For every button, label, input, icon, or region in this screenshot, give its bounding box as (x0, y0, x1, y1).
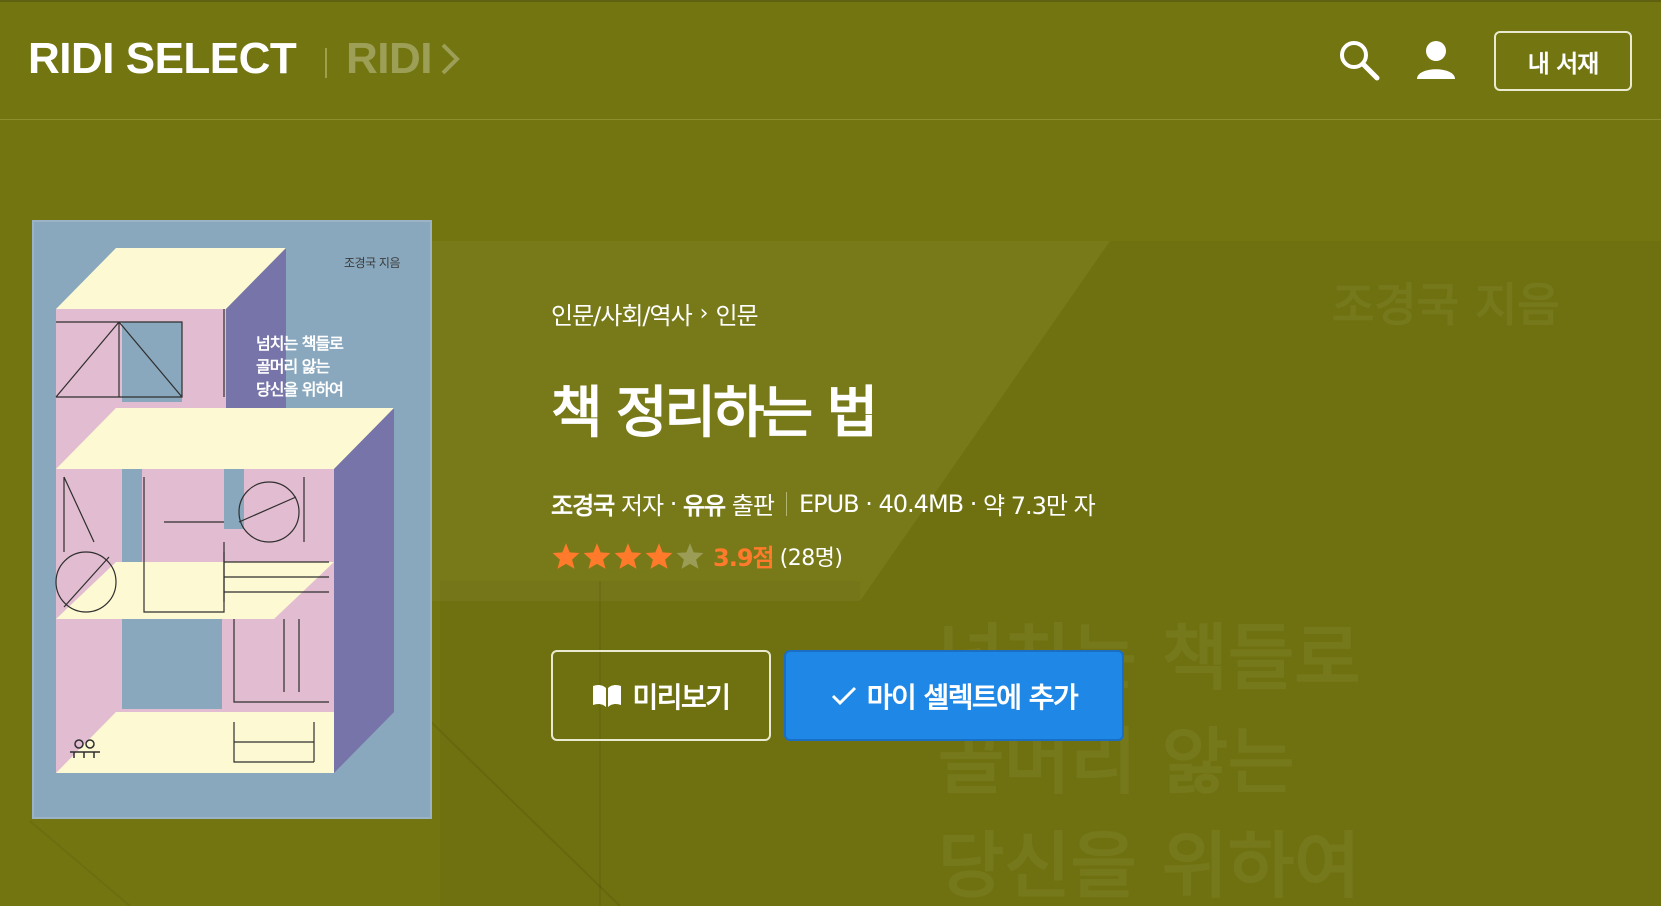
open-book-icon (593, 684, 622, 707)
category-breadcrumb: 인문/사회/역사 › 인문 (551, 296, 759, 331)
chevron-right-icon: › (699, 301, 709, 326)
book-length: 약 7.3만 자 (983, 492, 1096, 520)
ridi-link-label: RIDI (346, 34, 433, 83)
star-filled-icon (645, 542, 673, 569)
book-rating: 3.9점 (28명) (551, 538, 843, 573)
rating-score: 3.9점 (713, 544, 775, 572)
publisher-role: 출판 (731, 492, 775, 520)
author-role: 저자 (620, 492, 664, 520)
add-to-my-select-button[interactable]: 마이 셀렉트에 추가 (784, 650, 1124, 741)
star-filled-icon (583, 542, 611, 569)
star-filled-icon (552, 542, 580, 569)
star-filled-icon (614, 542, 642, 569)
cover-author-text: 조경국 지음 (344, 256, 401, 270)
publisher-link[interactable]: 유유 (683, 486, 726, 521)
file-size: 40.4MB (878, 489, 965, 518)
background-subtitle-line: 당신을 위하여 (938, 824, 1361, 906)
rating-stars (551, 542, 705, 570)
breadcrumb-subcategory[interactable]: 인문 (715, 296, 758, 331)
add-button-label: 마이 셀렉트에 추가 (866, 680, 1079, 714)
cover-illustration (55, 248, 394, 773)
top-navigation: RIDI SELECT RIDI 내 서재 (0, 2, 1661, 120)
preview-button-label: 미리보기 (632, 680, 731, 714)
checkmark-icon (831, 686, 856, 705)
book-metadata: 조경국 저자 · 유유 출판 EPUB · 40.4MB · 약 7.3만 자 (551, 486, 1096, 521)
user-icon (1417, 41, 1455, 79)
preview-button[interactable]: 미리보기 (551, 650, 771, 741)
file-format: EPUB (798, 489, 860, 518)
cover-subtitle: 넘치는 책들로 골머리 앓는 당신을 위하여 (256, 334, 344, 399)
meta-divider (785, 491, 787, 516)
rating-count: (28명) (779, 545, 843, 571)
brand-divider (325, 48, 327, 78)
chevron-right-icon (441, 43, 460, 75)
search-button[interactable] (1337, 38, 1381, 82)
author-link[interactable]: 조경국 (551, 486, 615, 521)
my-library-button[interactable]: 내 서재 (1494, 31, 1632, 91)
ridi-link[interactable]: RIDI (346, 34, 460, 84)
book-title: 책 정리하는 법 (551, 381, 878, 446)
star-empty-icon (676, 542, 704, 569)
book-cover: 조경국 지음 넘치는 책들로 골머리 앓는 당신을 위하여 (32, 220, 432, 819)
breadcrumb-category[interactable]: 인문/사회/역사 (551, 296, 693, 331)
background-author-text: 조경국 지음 (1332, 278, 1560, 332)
search-icon (1340, 41, 1380, 81)
brand-logo[interactable]: RIDI SELECT (28, 34, 297, 84)
account-button[interactable] (1414, 38, 1458, 82)
